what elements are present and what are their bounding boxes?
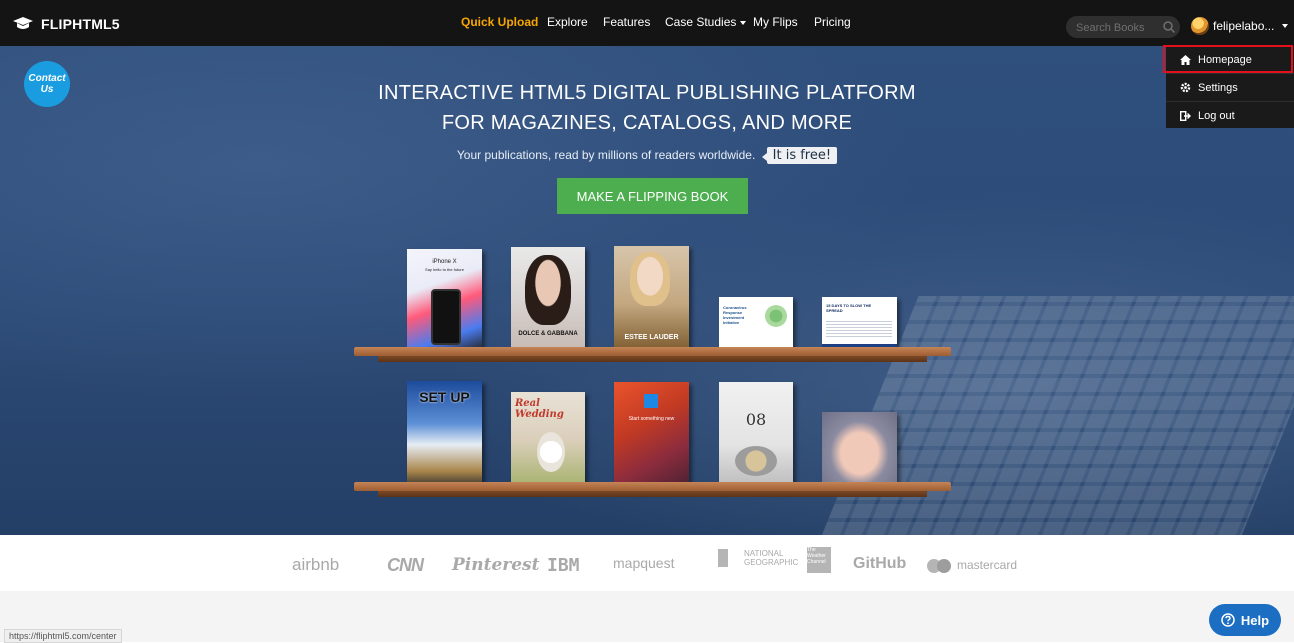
hero-title-line2: FOR MAGAZINES, CATALOGS, AND MORE xyxy=(441,112,853,134)
page-footer-area xyxy=(0,591,1294,642)
mastercard-logo: mastercard xyxy=(927,558,1017,573)
book-real-wedding[interactable]: Real Wedding xyxy=(511,392,585,487)
book-iphone-x[interactable]: iPhone X Say hello to the future xyxy=(407,249,482,351)
user-menu-toggle[interactable]: felipelabo... xyxy=(1191,17,1289,35)
menu-item-label: Log out xyxy=(1198,109,1235,122)
gear-icon xyxy=(1178,82,1192,93)
book-08[interactable]: 08 xyxy=(719,382,793,487)
national-geographic-logo: NATIONAL GEOGRAPHIC xyxy=(718,549,804,567)
book-title: Start something new xyxy=(628,416,675,422)
nav-explore[interactable]: Explore xyxy=(547,15,588,29)
book-dolce-gabbana[interactable]: DOLCE & GABBANA xyxy=(511,247,585,351)
home-icon xyxy=(1178,54,1192,65)
menu-item-homepage[interactable]: Homepage xyxy=(1166,46,1294,73)
github-logo: GitHub xyxy=(853,555,907,572)
search-icon[interactable] xyxy=(1162,20,1176,34)
make-flipping-book-button[interactable]: MAKE A FLIPPING BOOK xyxy=(557,178,748,214)
free-badge: It is free! xyxy=(761,147,838,164)
cnn-logo: CNN xyxy=(387,555,424,575)
logo-square xyxy=(644,394,658,408)
airbnb-logo: airbnb xyxy=(292,555,340,574)
book-title: 08 xyxy=(745,410,767,429)
book-subtitle: Say hello to the future xyxy=(425,267,464,272)
bookshelf-bottom-edge xyxy=(378,491,927,497)
book-title: DOLCE & GABBANA xyxy=(518,331,578,337)
nav-pricing[interactable]: Pricing xyxy=(814,15,851,29)
bookshelf-bottom xyxy=(354,482,951,491)
chevron-down-icon xyxy=(740,20,747,25)
book-estee-lauder[interactable]: ESTEE LAUDER xyxy=(614,246,689,352)
text-lines xyxy=(826,321,892,337)
logout-icon xyxy=(1178,110,1192,121)
book-baby-photo[interactable] xyxy=(822,412,897,487)
mapquest-logo: mapquest xyxy=(613,555,675,571)
weather-channel-logo: The Weather Channel xyxy=(807,547,831,573)
hero-title-line1: INTERACTIVE HTML5 DIGITAL PUBLISHING PLA… xyxy=(378,82,916,104)
book-title: ESTEE LAUDER xyxy=(624,334,679,341)
book-title: Coronavirus Response Investment Initiati… xyxy=(723,305,747,325)
book-title: 15 DAYS TO SLOW THE SPREAD xyxy=(826,303,872,313)
chevron-down-icon xyxy=(1282,24,1289,28)
book-start-something-new[interactable]: Start something new xyxy=(614,382,689,487)
graduation-cap-icon xyxy=(13,17,33,29)
nav-my-flips[interactable]: My Flips xyxy=(753,15,798,29)
menu-item-label: Settings xyxy=(1198,81,1238,94)
top-navigation-bar: FLIPHTML5 Quick Upload Explore Features … xyxy=(0,0,1294,46)
hero-subtitle-row: Your publications, read by millions of r… xyxy=(0,147,1294,164)
virus-graphic xyxy=(765,305,787,327)
menu-item-label: Homepage xyxy=(1198,53,1252,66)
book-coronavirus-response[interactable]: Coronavirus Response Investment Initiati… xyxy=(719,297,793,351)
search-box xyxy=(1066,16,1180,38)
bookshelf-top-edge xyxy=(378,356,927,362)
avatar xyxy=(1191,17,1209,35)
model-portrait xyxy=(630,252,670,306)
phone-image xyxy=(431,289,461,345)
help-button[interactable]: Help xyxy=(1209,604,1281,636)
book-set-up[interactable]: SET UP xyxy=(407,381,482,487)
book-title: SET UP xyxy=(419,389,470,405)
fliphtml5-logo[interactable]: FLIPHTML5 xyxy=(12,15,120,33)
help-label: Help xyxy=(1240,612,1270,628)
coins-image xyxy=(735,446,777,476)
user-dropdown-menu: Homepage Settings Log out xyxy=(1166,46,1294,128)
mastercard-text: mastercard xyxy=(957,558,1018,572)
question-circle-icon xyxy=(1221,613,1235,627)
flower-image xyxy=(537,432,565,472)
hero-subtitle: Your publications, read by millions of r… xyxy=(456,148,756,162)
search-input[interactable] xyxy=(1074,19,1158,37)
book-title: Real Wedding xyxy=(515,398,564,420)
status-bar-url: https://fliphtml5.com/center xyxy=(4,629,122,643)
mastercard-circles-icon xyxy=(927,558,953,573)
book-title: iPhone X xyxy=(432,259,457,265)
nav-case-studies-label: Case Studies xyxy=(665,15,737,29)
book-15-days-to-slow[interactable]: 15 DAYS TO SLOW THE SPREAD xyxy=(822,297,897,352)
brand-logos-strip: airbnb CNN Pinterest IBM mapquest NATION… xyxy=(0,535,1294,591)
bookshelf-top xyxy=(354,347,951,356)
nav-case-studies[interactable]: Case Studies xyxy=(665,15,747,29)
model-portrait xyxy=(525,255,571,325)
nav-quick-upload[interactable]: Quick Upload xyxy=(461,15,538,29)
ibm-logo: IBM xyxy=(547,555,580,576)
nav-features[interactable]: Features xyxy=(603,15,650,29)
user-name: felipelabo... xyxy=(1213,19,1275,33)
menu-item-logout[interactable]: Log out xyxy=(1166,102,1294,129)
menu-item-settings[interactable]: Settings xyxy=(1166,74,1294,101)
pinterest-logo: Pinterest xyxy=(452,555,540,575)
hero-banner: Contact Us INTERACTIVE HTML5 DIGITAL PUB… xyxy=(0,46,1294,535)
logo-text: FLIPHTML5 xyxy=(41,16,120,32)
